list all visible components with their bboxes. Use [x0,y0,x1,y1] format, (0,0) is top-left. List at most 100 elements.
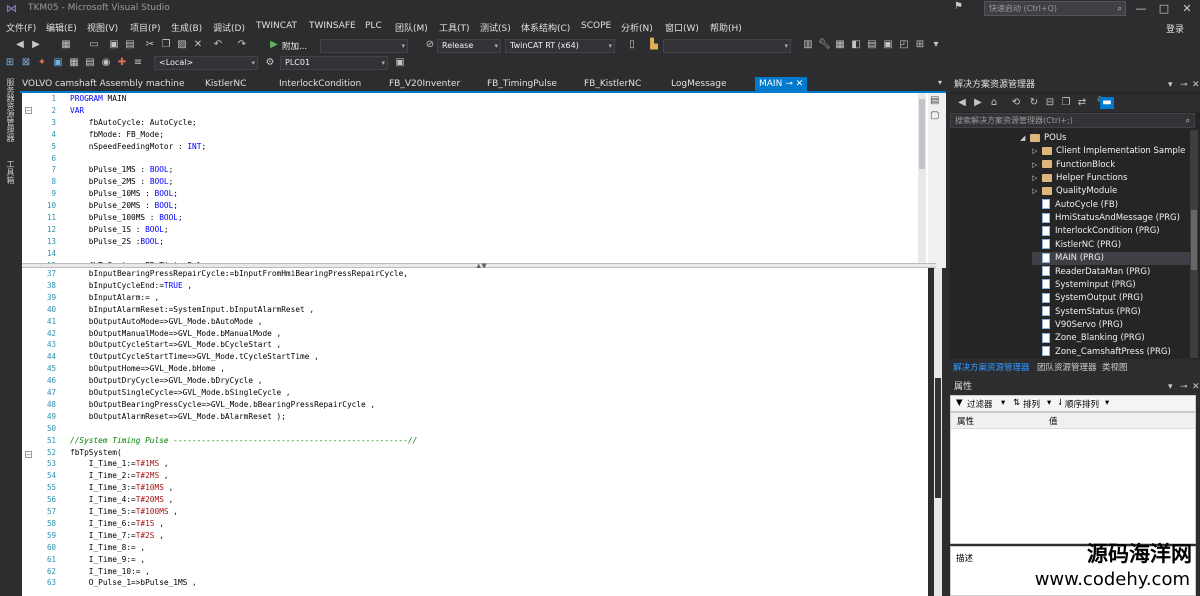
tree-item[interactable]: ▷ Helper Functions [1032,172,1190,185]
redo-icon[interactable]: ↷ [236,39,248,51]
forward-icon[interactable]: ▶ [972,97,984,109]
undo-icon[interactable]: ↶ [212,39,224,51]
tab-volvo-camshaft[interactable]: VOLVO camshaft Assembly machine [22,77,185,92]
tree-item[interactable]: InterlockCondition (PRG) [1032,225,1190,238]
restart-icon[interactable]: ✚ [116,57,128,69]
collapsed-arrow-icon[interactable]: ▷ [1032,172,1042,185]
tab-logmessage[interactable]: LogMessage [671,77,727,92]
tree-item[interactable]: HmiStatusAndMessage (PRG) [1032,212,1190,225]
collapse-all-icon[interactable]: ⊟ [1044,97,1056,109]
top-code-line[interactable]: bPulse_1S : BOOL; [70,225,169,234]
paste-icon[interactable]: ▨ [176,39,188,51]
dropdown-icon[interactable]: ▾ [1047,398,1051,408]
close-button[interactable]: ✕ [1176,0,1198,17]
activate-config-icon[interactable]: ⊞ [4,57,16,69]
declaration-scroll-thumb[interactable] [919,99,925,169]
preview-selected-icon[interactable]: ▬ [1100,97,1114,109]
tree-item[interactable]: SystemOutput (PRG) [1032,292,1190,305]
tree-item[interactable]: SystemInput (PRG) [1032,279,1190,292]
bottom-code-line[interactable]: bInputAlarm:= , [70,293,159,302]
bottom-code-line[interactable]: bOutputAlarmReset=>GVL_Mode.bAlarmReset … [70,412,286,421]
bottom-code-line[interactable]: bOutputAutoMode=>GVL_Mode.bAutoMode , [70,317,263,326]
object-browser-icon[interactable]: ◧ [850,39,862,51]
bottom-code-line[interactable]: I_Time_10:= , [70,567,150,576]
pin-icon[interactable]: ⊸ [1180,78,1188,92]
tree-item[interactable]: ▷ QualityModule [1032,185,1190,198]
configuration-select[interactable]: Release ▾ [437,39,501,53]
tree-item[interactable]: ◢ POUs [1020,132,1190,145]
bottom-code-line[interactable]: I_Time_5:=T#100MS , [70,507,178,516]
top-code-line[interactable]: bPulse_10MS : BOOL; [70,189,178,198]
bottom-code-line[interactable]: I_Time_2:=T#2MS , [70,471,169,480]
bottom-code-line[interactable]: O_Pulse_1=>bPulse_1MS , [70,578,197,587]
tab-main[interactable]: MAIN ⊸ ✕ [755,77,808,92]
plc-login-icon[interactable]: ▣ [394,57,406,69]
declaration-scrollbar[interactable] [918,93,926,263]
toggle-icon[interactable]: ≡ [132,57,144,69]
tree-item[interactable]: MAIN (PRG) [1032,252,1190,266]
sort-button[interactable]: 排列 [1023,398,1040,410]
solution-explorer-scroll-thumb[interactable] [1191,210,1197,270]
login-link[interactable]: 登录 [1166,22,1184,35]
collapsed-arrow-icon[interactable]: ▷ [1032,185,1042,198]
solution-explorer-search[interactable]: 搜索解决方案资源管理器(Ctrl+;) ⌕ [950,113,1195,128]
toolbox-icon[interactable]: ▤ [866,39,878,51]
menu-test[interactable]: 测试(S) [480,21,511,34]
debug-target-combo[interactable]: ▾ [320,39,408,53]
menu-twincat[interactable]: TWINCAT [256,21,297,31]
menu-edit[interactable]: 编辑(E) [46,21,77,34]
tree-item[interactable]: ▷ Client Implementation Sample [1032,145,1190,158]
cut-icon[interactable]: ✂ [144,39,156,51]
tab-fb-v20inventer[interactable]: FB_V20Inventer [389,77,460,92]
tab-overflow-icon[interactable]: ▾ [938,78,942,87]
menu-twinsafe[interactable]: TWINSAFE [309,21,356,31]
tab-interlockcondition[interactable]: InterlockCondition [279,77,361,92]
implementation-scroll-thumb[interactable] [935,378,941,498]
tree-item[interactable]: AutoCycle (FB) [1032,199,1190,212]
panel-close-icon[interactable]: ✕ [1192,380,1200,394]
choose-target-icon[interactable]: ▣ [52,57,64,69]
login-plc-icon[interactable]: ▤ [84,57,96,69]
menu-help[interactable]: 帮助(H) [710,21,742,34]
bottom-code-line[interactable]: bInputAlarmReset:=SystemInput.bInputAlar… [70,305,314,314]
bottom-code-line[interactable]: fbTpSystem( [70,448,122,457]
view-code-icon[interactable]: ⇄ [1076,97,1088,109]
menu-file[interactable]: 文件(F) [6,21,36,34]
declaration-editor[interactable]: − 1 PROGRAM MAIN 2 VAR 3 fbAutoCycle: AutoCy… [22,93,928,263]
tab-fb-timingpulse[interactable]: FB_TimingPulse [487,77,557,92]
refresh-icon[interactable]: ↻ [1028,97,1040,109]
menu-window[interactable]: 窗口(W) [665,21,699,34]
window-options-icon[interactable]: ▾ [1168,380,1173,394]
top-code-line[interactable]: bPulse_20MS : BOOL; [70,201,178,210]
feedback-flag-icon[interactable]: ⚑ [954,1,963,12]
toolbar-options-icon[interactable]: ▾ [930,39,942,51]
window-options-icon[interactable]: ▾ [1168,78,1173,92]
save-icon[interactable]: ▣ [108,39,120,51]
show-all-files-icon[interactable]: ❐ [1060,97,1072,109]
tree-item[interactable]: V90Servo (PRG) [1032,319,1190,332]
bottom-code-line[interactable]: bInputCycleEnd:=TRUE , [70,281,192,290]
properties-grid[interactable] [950,412,1196,544]
bottom-code-line[interactable]: bOutputSingleCycle=>GVL_Mode.bSingleCycl… [70,388,291,397]
tab-close-icon[interactable]: ✕ [796,79,804,89]
stop-icon[interactable]: ⊘ [424,39,436,51]
bottom-code-line[interactable]: tOutputCycleStartTime=>GVL_Mode.tCycleSt… [70,352,319,361]
maximize-button[interactable]: □ [1153,0,1175,17]
config-mode-icon[interactable]: ✦ [36,57,48,69]
start-debug-icon[interactable]: ▶ [268,39,280,51]
top-code-line[interactable]: VAR [70,106,84,115]
menu-build[interactable]: 生成(B) [171,21,202,34]
solution-explorer-icon[interactable]: ▥ [802,39,814,51]
collapsed-arrow-icon[interactable]: ▷ [1032,145,1042,158]
quick-launch-input[interactable]: 快速启动 (Ctrl+Q) ⌕ [984,1,1126,16]
bottom-code-line[interactable]: bOutputBearingPressCycle=>GVL_Mode.bBear… [70,400,375,409]
toolbox-tab[interactable]: 工具箱 [5,160,16,184]
top-code-line[interactable]: PROGRAM MAIN [70,94,126,103]
find-icon[interactable]: ▯ [626,39,638,51]
tree-item[interactable]: Zone_CamshaftPress (PRG) [1032,346,1190,359]
bottom-code-line[interactable]: I_Time_4:=T#20MS , [70,495,174,504]
bottom-code-line[interactable]: I_Time_9:= , [70,555,145,564]
tree-item[interactable]: Zone_Blanking (PRG) [1032,332,1190,345]
scan-icon[interactable]: ◉ [100,57,112,69]
tab-team-explorer[interactable]: 团队资源管理器 [1037,361,1097,373]
